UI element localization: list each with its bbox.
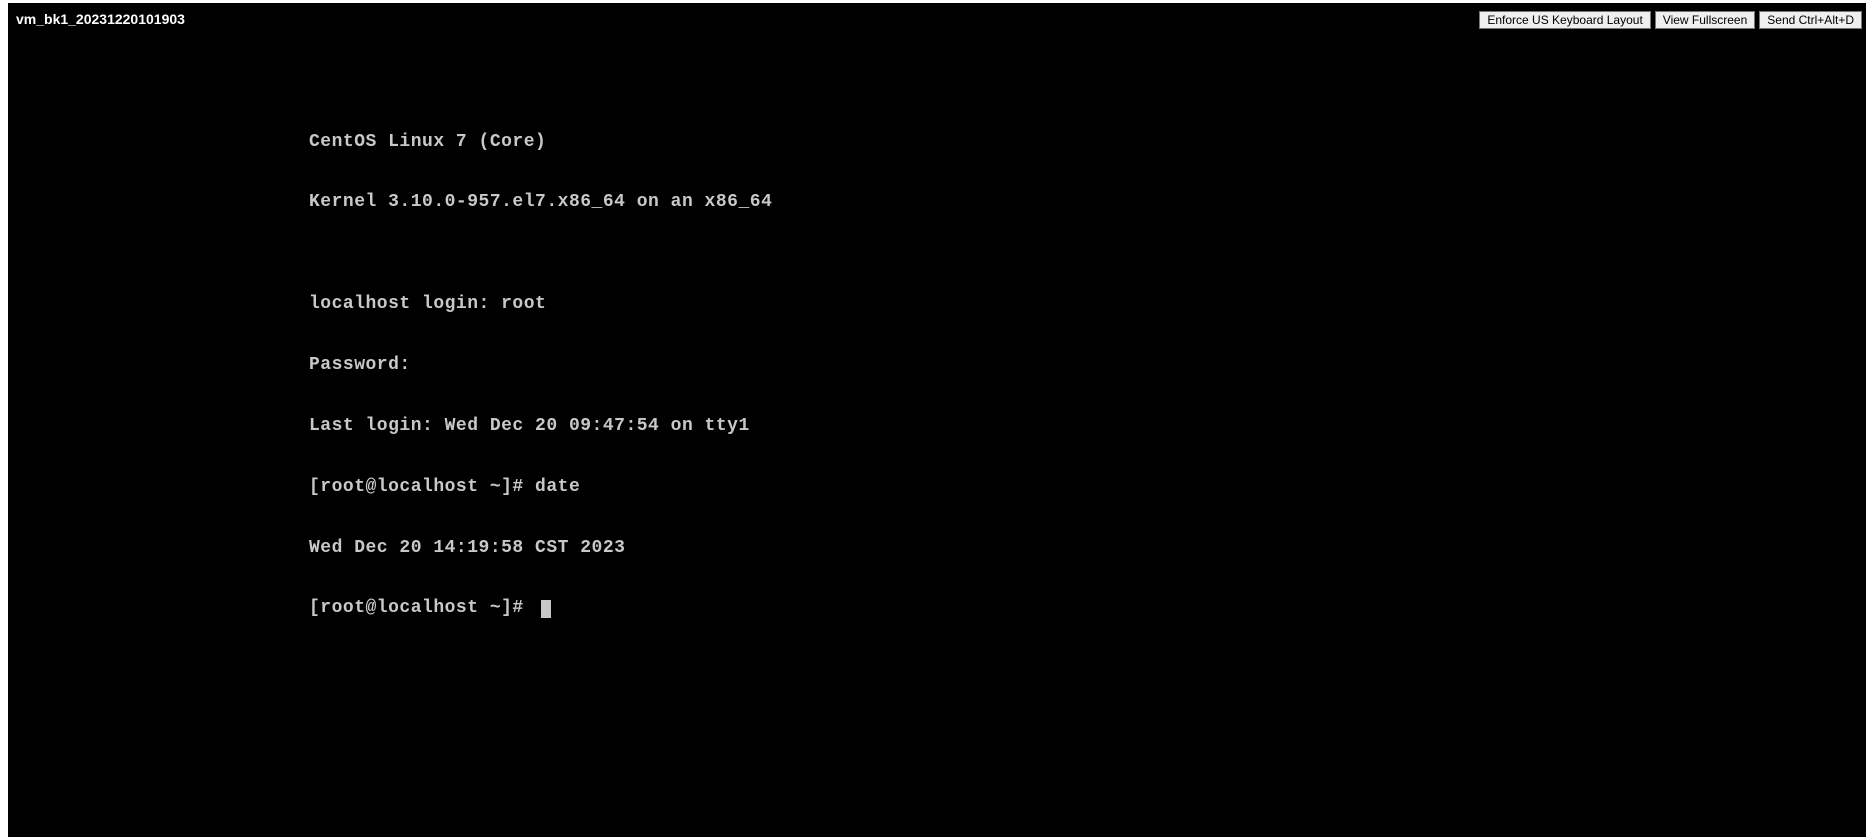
enforce-keyboard-layout-button[interactable]: Enforce US Keyboard Layout: [1479, 11, 1650, 29]
terminal-line: Password:: [309, 355, 772, 375]
console-top-bar: vm_bk1_20231220101903 Enforce US Keyboar…: [8, 3, 1866, 31]
terminal-line: [root@localhost ~]# date: [309, 477, 772, 497]
vm-name-label: vm_bk1_20231220101903: [16, 11, 185, 27]
terminal-line: Kernel 3.10.0-957.el7.x86_64 on an x86_6…: [309, 192, 772, 212]
vm-console[interactable]: vm_bk1_20231220101903 Enforce US Keyboar…: [8, 3, 1866, 837]
terminal-cursor: [541, 600, 551, 618]
terminal-line: Last login: Wed Dec 20 09:47:54 on tty1: [309, 416, 772, 436]
terminal-line: CentOS Linux 7 (Core): [309, 132, 772, 152]
page-wrapper: vm_bk1_20231220101903 Enforce US Keyboar…: [0, 0, 1874, 837]
terminal-line: localhost login: root: [309, 294, 772, 314]
console-button-group: Enforce US Keyboard Layout View Fullscre…: [1479, 11, 1862, 29]
terminal-line: Wed Dec 20 14:19:58 CST 2023: [309, 538, 772, 558]
terminal-prompt: [root@localhost ~]#: [309, 598, 535, 618]
send-ctrl-alt-del-button[interactable]: Send Ctrl+Alt+D: [1759, 11, 1862, 29]
terminal-prompt-line: [root@localhost ~]#: [309, 598, 772, 618]
terminal-output[interactable]: CentOS Linux 7 (Core) Kernel 3.10.0-957.…: [309, 91, 772, 659]
view-fullscreen-button[interactable]: View Fullscreen: [1655, 11, 1755, 29]
